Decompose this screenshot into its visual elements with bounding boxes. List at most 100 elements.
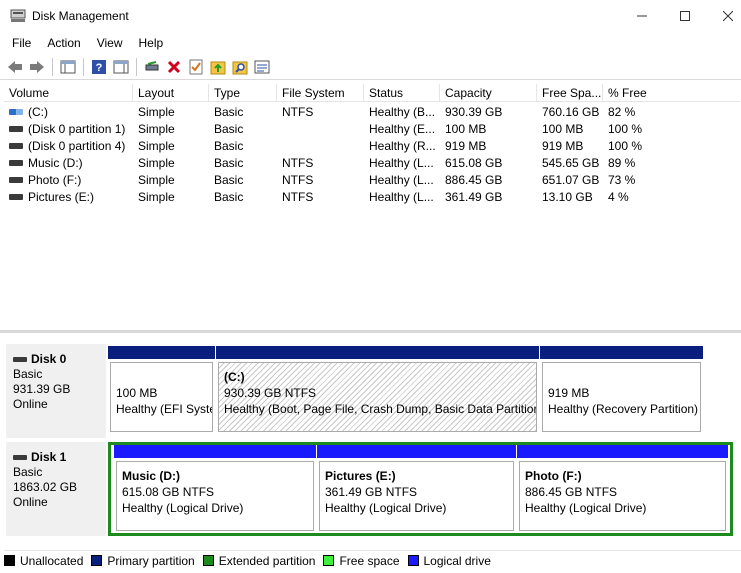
partition-status: Healthy (Logical Drive) [525, 501, 647, 515]
partition-size: 919 MB [548, 386, 590, 400]
file-system-cell: NTFS [282, 105, 314, 119]
column-header-status[interactable]: Status [364, 84, 440, 102]
logical-drive-bar [317, 445, 516, 458]
percent-free-cell: 100 % [608, 122, 643, 136]
column-header-type[interactable]: Type [209, 84, 277, 102]
disk-0-label[interactable]: Disk 0 Basic 931.39 GB Online [6, 344, 106, 438]
column-header-free-space[interactable]: Free Spa... [537, 84, 603, 102]
percent-free-cell: 4 % [608, 190, 629, 204]
free-space-cell: 13.10 GB [542, 190, 593, 204]
show-hide-console-tree-button[interactable] [57, 56, 79, 78]
properties-check-button[interactable] [185, 56, 207, 78]
file-system-cell: NTFS [282, 173, 314, 187]
primary-partition-bar [540, 346, 703, 359]
partition-label: Pictures (E:) [325, 469, 396, 483]
pane-splitter[interactable] [0, 330, 741, 333]
partition-status: Healthy (Logical Drive) [122, 501, 244, 515]
back-button[interactable] [4, 56, 26, 78]
percent-free-cell: 89 % [608, 156, 636, 170]
disk-name: Disk 0 [31, 352, 67, 366]
search-icon [232, 61, 248, 74]
volume-icon [9, 193, 23, 200]
column-header-volume[interactable]: Volume [4, 84, 133, 102]
disk-graphical-view: Disk 0 Basic 931.39 GB Online 100 MB Hea… [0, 334, 741, 546]
table-row[interactable]: (Disk 0 partition 4) Simple Basic Health… [4, 138, 740, 155]
menu-help[interactable]: Help [131, 34, 172, 52]
partition-label: Photo (F:) [525, 469, 582, 483]
partition-pictures[interactable]: Pictures (E:) 361.49 GB NTFS Healthy (Lo… [317, 445, 516, 533]
show-hide-console-tree-icon [60, 60, 76, 73]
title-bar: Disk Management [0, 0, 741, 32]
table-row[interactable]: Pictures (E:) Simple Basic NTFS Healthy … [4, 189, 740, 206]
logical-drive-bar [114, 445, 316, 458]
volume-icon [9, 159, 23, 166]
export-list-button[interactable] [207, 56, 229, 78]
disk-icon [13, 455, 27, 460]
menu-view[interactable]: View [89, 34, 131, 52]
table-row[interactable]: (C:) Simple Basic NTFS Healthy (B... 930… [4, 104, 740, 121]
volume-name: Pictures (E:) [28, 190, 95, 204]
partition-photo[interactable]: Photo (F:) 886.45 GB NTFS Healthy (Logic… [517, 445, 728, 533]
disk-status: Online [13, 397, 48, 411]
show-hide-action-pane-button[interactable] [110, 56, 132, 78]
status-cell: Healthy (R... [369, 139, 436, 153]
partition-status: Healthy (Recovery Partition) [548, 402, 699, 416]
partition-status: Healthy (Logical Drive) [325, 501, 447, 515]
show-hide-action-pane-icon [113, 60, 129, 73]
close-icon [723, 11, 733, 21]
disk-1-label[interactable]: Disk 1 Basic 1863.02 GB Online [6, 442, 106, 536]
partition-size: 100 MB [116, 386, 158, 400]
layout-cell: Simple [138, 156, 175, 170]
partition-recovery[interactable]: 919 MB Healthy (Recovery Partition) [540, 346, 703, 434]
free-space-cell: 919 MB [542, 139, 584, 153]
table-row[interactable]: Music (D:) Simple Basic NTFS Healthy (L.… [4, 155, 740, 172]
menu-bar: File Action View Help [0, 32, 741, 54]
column-header-layout[interactable]: Layout [133, 84, 209, 102]
partition-efi[interactable]: 100 MB Healthy (EFI Syste [108, 346, 215, 434]
maximize-icon [680, 11, 690, 21]
capacity-cell: 930.39 GB [445, 105, 503, 119]
properties-button[interactable] [251, 56, 273, 78]
close-button[interactable] [716, 6, 740, 26]
table-row[interactable]: Photo (F:) Simple Basic NTFS Healthy (L.… [4, 172, 740, 189]
free-space-cell: 100 MB [542, 122, 584, 136]
type-cell: Basic [214, 105, 244, 119]
help-button[interactable]: ? [88, 56, 110, 78]
type-cell: Basic [214, 122, 244, 136]
layout-cell: Simple [138, 173, 175, 187]
maximize-button[interactable] [673, 6, 697, 26]
legend-item-primary: Primary partition [91, 554, 195, 568]
capacity-cell: 100 MB [445, 122, 487, 136]
legend-swatch [202, 555, 214, 566]
table-row[interactable]: (Disk 0 partition 1) Simple Basic Health… [4, 121, 740, 138]
column-header-percent-free[interactable]: % Free [603, 84, 740, 102]
column-header-capacity[interactable]: Capacity [440, 84, 537, 102]
forward-button[interactable] [26, 56, 48, 78]
properties-check-icon [189, 59, 203, 74]
legend-swatch [407, 555, 419, 566]
capacity-cell: 615.08 GB [445, 156, 503, 170]
disk-size: 1863.02 GB [13, 480, 78, 494]
partition-music[interactable]: Music (D:) 615.08 GB NTFS Healthy (Logic… [114, 445, 316, 533]
menu-action[interactable]: Action [39, 34, 88, 52]
delete-button[interactable] [163, 56, 185, 78]
disk-management-app-icon [10, 9, 26, 22]
volume-icon [9, 142, 23, 149]
menu-file[interactable]: File [4, 34, 39, 52]
disk-type: Basic [13, 367, 43, 381]
volume-name: Photo (F:) [28, 173, 82, 187]
search-button[interactable] [229, 56, 251, 78]
minimize-button[interactable] [630, 6, 654, 26]
legend-swatch [4, 555, 15, 566]
file-system-cell [277, 121, 364, 138]
column-header-file-system[interactable]: File System [277, 84, 364, 102]
disk-type: Basic [13, 465, 43, 479]
connect-drive-button[interactable] [141, 56, 163, 78]
partition-size: 886.45 GB NTFS [525, 485, 618, 499]
type-cell: Basic [214, 139, 244, 153]
delete-icon [167, 60, 181, 73]
partition-c[interactable]: (C:) 930.39 GB NTFS Healthy (Boot, Page … [216, 346, 539, 434]
legend-label: Unallocated [20, 553, 84, 568]
export-list-icon [210, 61, 226, 74]
type-cell: Basic [214, 190, 244, 204]
